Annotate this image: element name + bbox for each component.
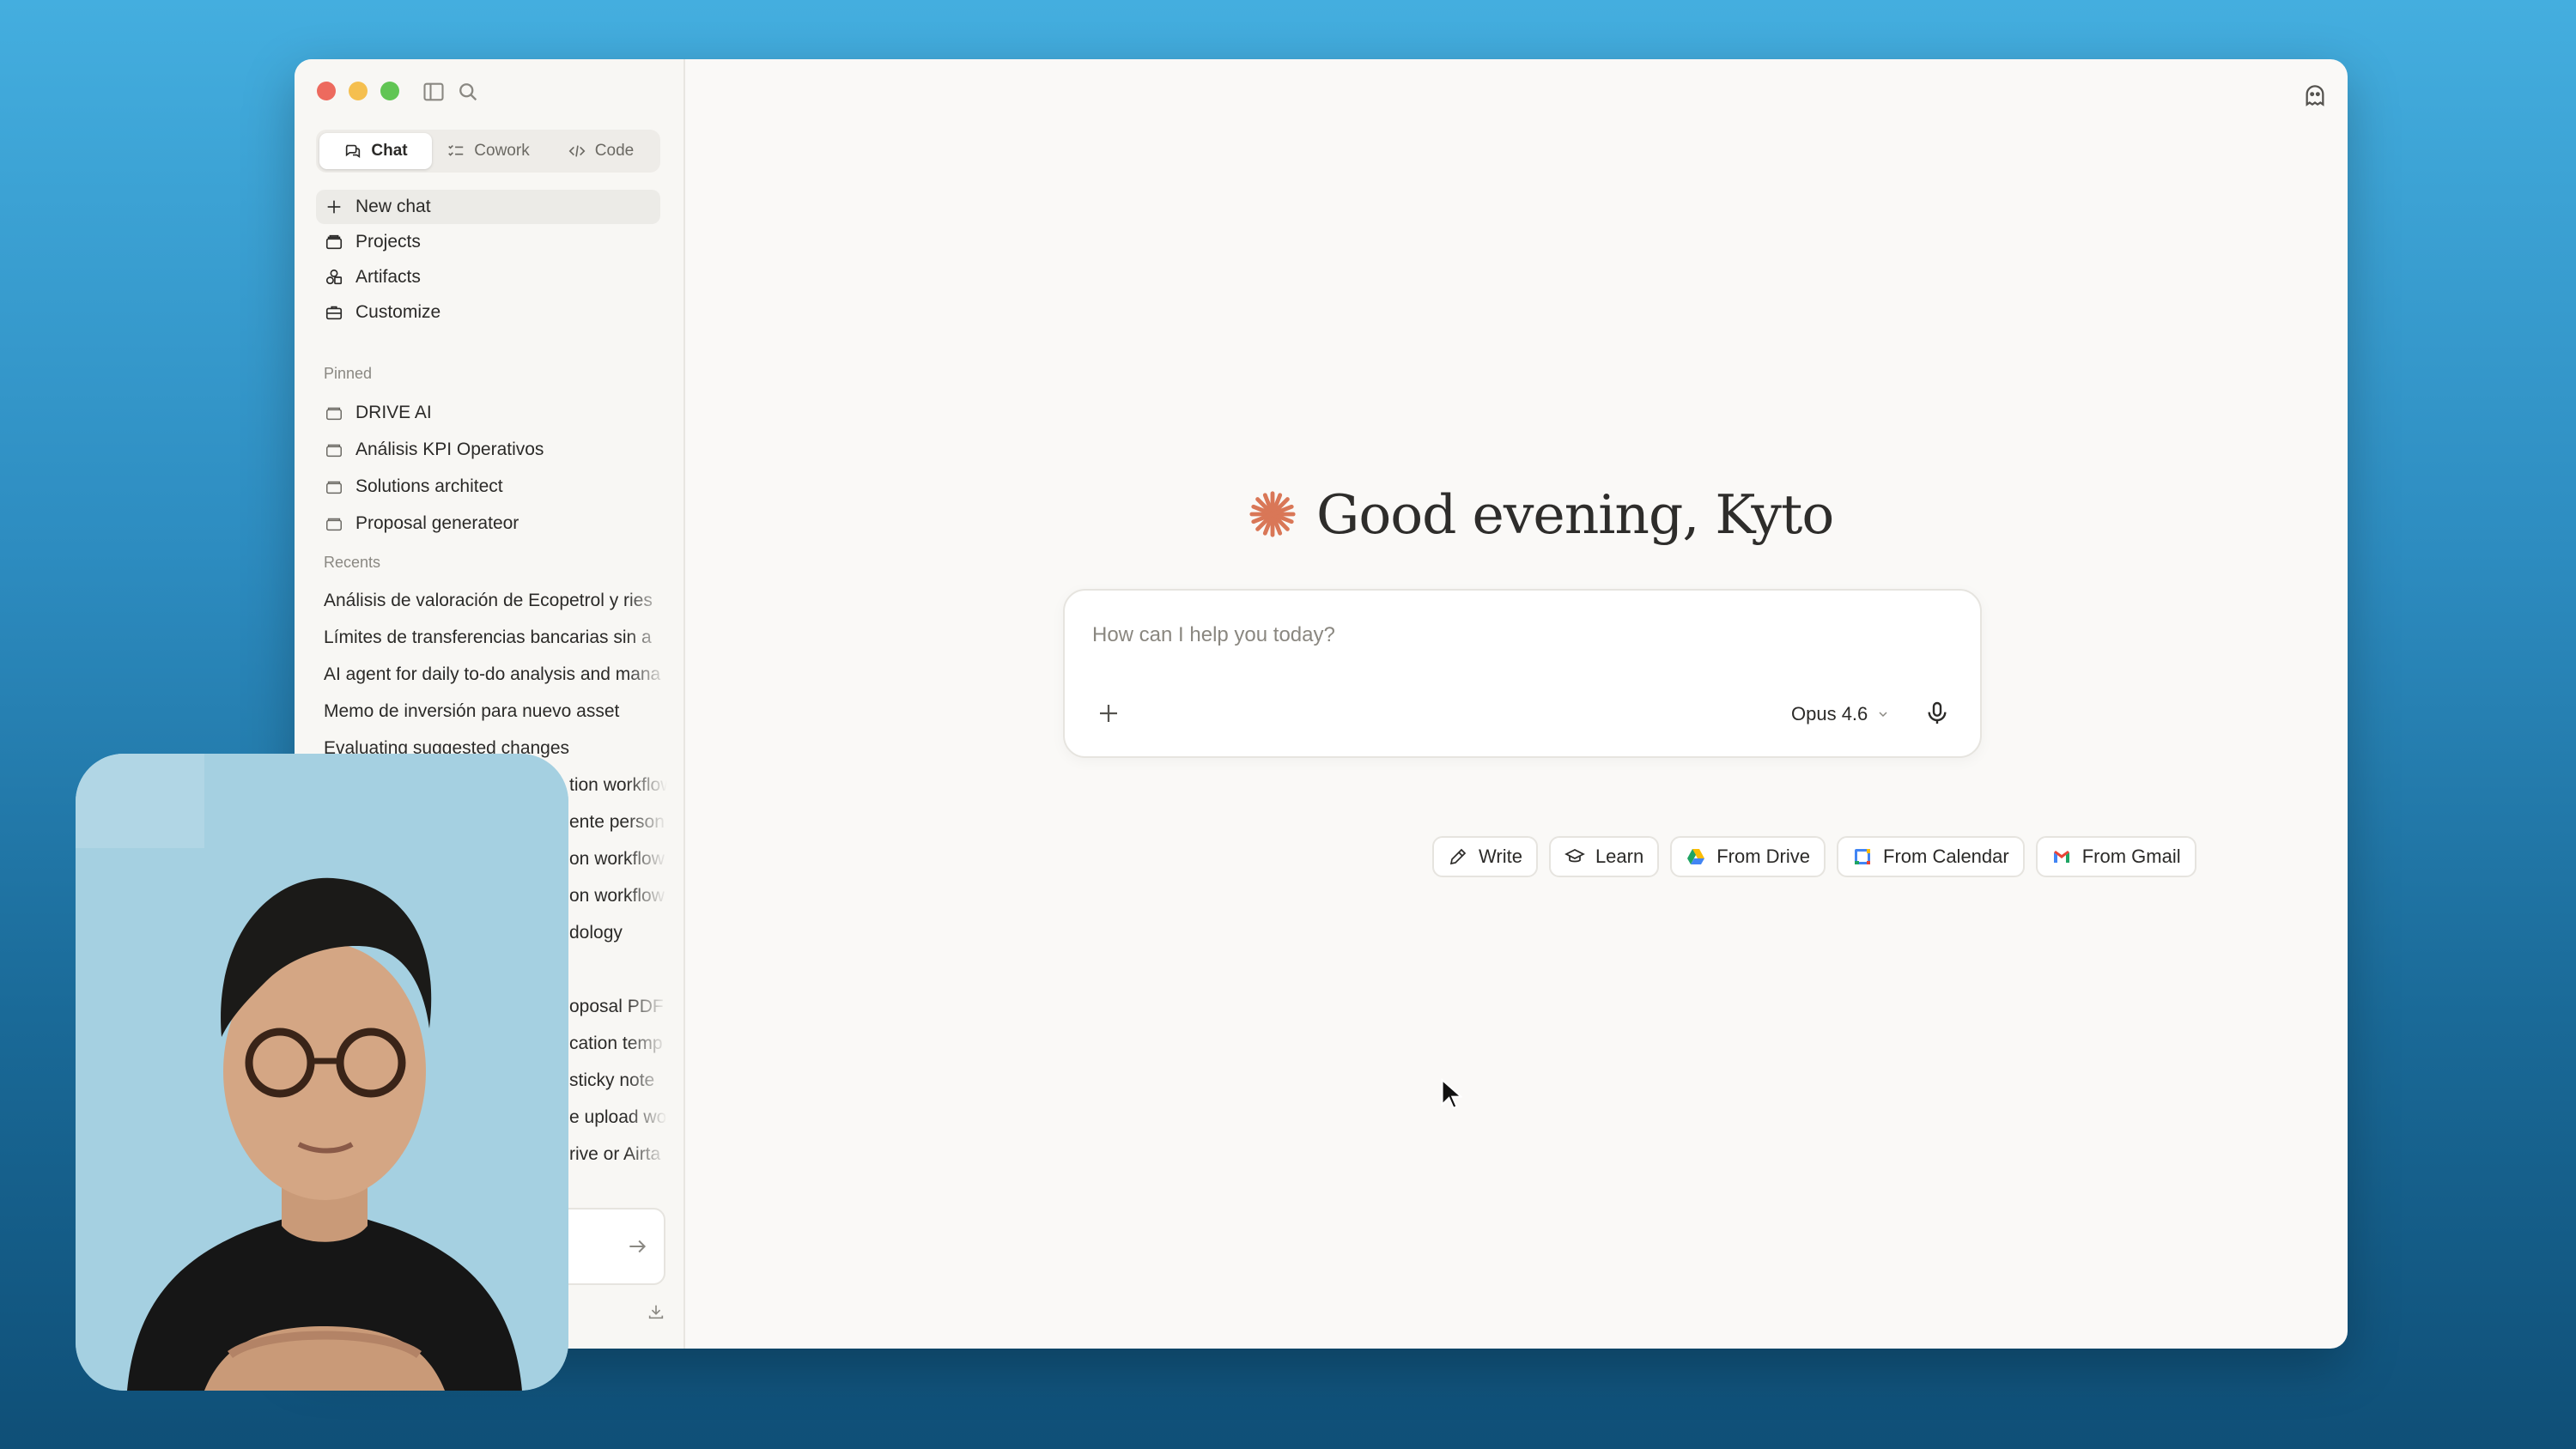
pinned-item[interactable]: DRIVE AI xyxy=(316,394,660,431)
sidebar-item-label: New chat xyxy=(355,197,431,216)
microphone-icon[interactable] xyxy=(1923,699,1951,728)
pinned-item[interactable]: Solutions architect xyxy=(316,468,660,505)
sidebar-nav: New chat Projects Artifacts Customize xyxy=(316,190,660,330)
graduation-cap-icon xyxy=(1564,849,1585,863)
greeting: Good evening, Kyto xyxy=(1248,471,1834,557)
presenter-portrait-image xyxy=(76,754,568,1391)
add-attachment-icon[interactable] xyxy=(1096,700,1121,726)
pinned-item-label: Proposal generateor xyxy=(355,512,519,533)
folder-icon xyxy=(326,444,342,457)
download-icon[interactable] xyxy=(647,1302,665,1321)
from-drive-chip[interactable]: From Drive xyxy=(1670,836,1826,877)
webcam-overlay xyxy=(76,754,568,1391)
tab-chat[interactable]: Chat xyxy=(319,133,432,169)
sidebar-item-new-chat[interactable]: New chat xyxy=(316,190,660,224)
folder-icon xyxy=(325,234,343,250)
sidebar-item-artifacts[interactable]: Artifacts xyxy=(316,260,660,294)
chip-label: Write xyxy=(1479,846,1522,867)
tab-cowork-label: Cowork xyxy=(474,142,530,160)
pinned-item-label: Análisis KPI Operativos xyxy=(355,439,544,459)
pinned-item[interactable]: Análisis KPI Operativos xyxy=(316,431,660,468)
mode-switcher: Chat Cowork Code xyxy=(316,130,660,173)
close-window-button[interactable] xyxy=(317,82,336,100)
folder-icon xyxy=(326,481,342,494)
pencil-icon xyxy=(1449,848,1467,865)
message-input[interactable] xyxy=(1092,623,1779,647)
sidebar-item-customize[interactable]: Customize xyxy=(316,295,660,330)
chip-label: From Gmail xyxy=(2081,846,2181,867)
chip-label: From Calendar xyxy=(1883,846,2009,867)
google-calendar-icon xyxy=(1855,849,1870,864)
folder-icon xyxy=(326,518,342,530)
tab-code-label: Code xyxy=(594,142,635,160)
recents-heading: Recents xyxy=(324,554,381,571)
gmail-icon xyxy=(2053,851,2069,863)
code-icon xyxy=(568,145,586,157)
model-name: Opus 4.6 xyxy=(1791,703,1868,724)
sidebar-item-label: Customize xyxy=(355,302,441,322)
sidebar-item-label: Artifacts xyxy=(355,267,421,287)
maximize-window-button[interactable] xyxy=(380,82,399,100)
tab-chat-label: Chat xyxy=(371,142,408,160)
from-calendar-chip[interactable]: From Calendar xyxy=(1837,836,2025,877)
pinned-item[interactable]: Proposal generateor xyxy=(316,505,660,542)
mouse-cursor-icon xyxy=(1441,1077,1462,1109)
tab-code[interactable]: Code xyxy=(544,133,657,169)
chip-label: Learn xyxy=(1595,846,1644,867)
sidebar-item-label: Projects xyxy=(355,232,421,252)
pinned-item-label: DRIVE AI xyxy=(355,402,432,422)
folder-icon xyxy=(326,407,342,420)
pinned-item-label: Solutions architect xyxy=(355,476,503,496)
plus-icon xyxy=(327,200,341,214)
learn-chip[interactable]: Learn xyxy=(1548,836,1660,877)
google-drive-icon xyxy=(1687,849,1705,864)
from-gmail-chip[interactable]: From Gmail xyxy=(2035,836,2196,877)
pinned-heading: Pinned xyxy=(324,365,373,382)
chip-label: From Drive xyxy=(1716,846,1810,867)
checklist-icon xyxy=(448,144,464,156)
tab-cowork[interactable]: Cowork xyxy=(432,133,544,169)
recent-chat-item[interactable]: Análisis de valoración de Ecopetrol y ri… xyxy=(324,582,667,619)
app-window: Chat Cowork Code New chat Projects Artif… xyxy=(295,59,2348,1349)
chevron-down-icon xyxy=(1879,712,1887,718)
write-chip[interactable]: Write xyxy=(1432,836,1538,877)
claude-spark-icon xyxy=(1249,491,1296,537)
search-icon[interactable] xyxy=(456,80,480,104)
suggestion-chips: Write Learn From Drive From Calendar Fro… xyxy=(1432,836,2196,877)
model-selector[interactable]: Opus 4.6 xyxy=(1791,700,1890,728)
chat-bubbles-icon xyxy=(346,144,361,158)
sidebar-item-projects[interactable]: Projects xyxy=(316,225,660,259)
shapes-icon xyxy=(325,269,343,285)
recent-chat-item[interactable]: Límites de transferencias bancarias sin … xyxy=(324,619,667,656)
window-controls xyxy=(317,82,399,100)
minimize-window-button[interactable] xyxy=(349,82,368,100)
pinned-list: DRIVE AI Análisis KPI Operativos Solutio… xyxy=(316,394,660,542)
briefcase-icon xyxy=(325,306,343,320)
recent-chat-item[interactable]: AI agent for daily to-do analysis and ma… xyxy=(324,656,667,693)
recent-chat-item[interactable]: Memo de inversión para nuevo asset xyxy=(324,693,667,730)
composer: Opus 4.6 xyxy=(1063,589,1982,758)
arrow-right-icon[interactable] xyxy=(626,1235,648,1258)
sidebar-toggle-icon[interactable] xyxy=(422,80,446,104)
greeting-text: Good evening, Kyto xyxy=(1316,482,1834,546)
ghost-incognito-icon[interactable] xyxy=(2301,82,2329,109)
